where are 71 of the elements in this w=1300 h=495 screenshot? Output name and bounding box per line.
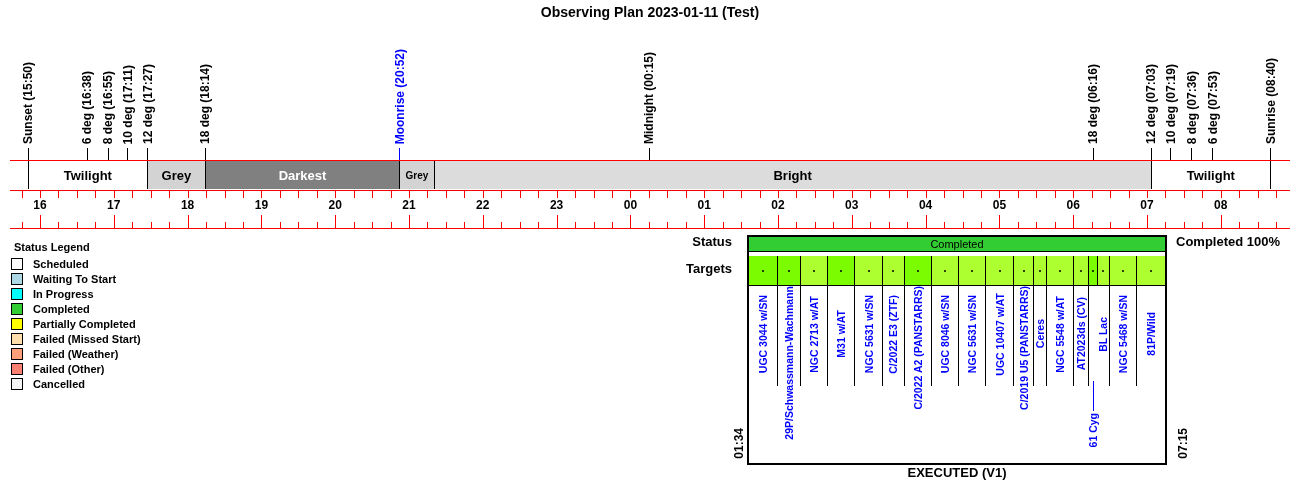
status-bar: Completed xyxy=(749,237,1165,252)
hour-label: 08 xyxy=(1214,198,1228,212)
legend-label: Failed (Other) xyxy=(33,362,105,375)
event-label: 8 deg (07:36) xyxy=(1184,70,1199,144)
target-name: NGC 2713 w/AT xyxy=(808,295,820,375)
hour-label: 19 xyxy=(254,198,269,212)
hour-label: 20 xyxy=(328,198,342,212)
hour-label: 07 xyxy=(1140,198,1154,212)
event-label: Sunrise (08:40) xyxy=(1263,57,1278,144)
hour-label: 04 xyxy=(918,198,933,212)
legend-label: Cancelled xyxy=(33,377,85,390)
legend-label: Scheduled xyxy=(33,257,89,270)
target-name: BL Lac xyxy=(1097,316,1110,354)
legend-title: Status Legend xyxy=(14,240,91,254)
event-label: 6 deg (16:38) xyxy=(80,70,95,144)
target-name: Ceres xyxy=(1033,319,1046,351)
event-label: 10 deg (07:19) xyxy=(1163,63,1178,144)
event-label: 10 deg (17:11) xyxy=(120,64,135,144)
target-name: 29P/Schwassmann-Wachmann xyxy=(782,286,795,442)
hour-label: 17 xyxy=(107,198,121,212)
target-name: NGC 5468 w/SN xyxy=(1117,294,1130,376)
event-label: Sunset (15:50) xyxy=(21,61,36,144)
legend-label: Partially Completed xyxy=(33,317,136,330)
event-label: Midnight (00:15) xyxy=(642,52,657,144)
event-label: 8 deg (16:55) xyxy=(101,70,116,144)
target-name: UGC 3044 w/SN xyxy=(756,294,769,376)
chart-title: Observing Plan 2023-01-11 (Test) xyxy=(540,4,760,20)
sky-band: Bright xyxy=(433,161,1152,189)
hour-label: 18 xyxy=(180,198,195,212)
hour-label: 22 xyxy=(476,198,490,212)
target-name: 61 Cyg xyxy=(1087,413,1100,448)
hour-label: 02 xyxy=(771,198,785,212)
hour-label: 06 xyxy=(1066,198,1080,212)
row-label: Status xyxy=(692,235,732,250)
hour-label: 16 xyxy=(33,198,47,212)
legend-label: Failed (Weather) xyxy=(33,347,119,360)
target-name: C/2019 U5 (PANSTARRS) xyxy=(1017,286,1030,412)
end-time: 07:15 xyxy=(1176,428,1190,459)
sky-band: Darkest xyxy=(204,161,401,189)
hour-label: 03 xyxy=(845,198,859,212)
completion-text: Completed 100% xyxy=(1176,235,1281,250)
target-name: UGC 10407 w/AT xyxy=(993,292,1006,378)
event-label: 18 deg (06:16) xyxy=(1086,63,1101,144)
target-name: NGC 5548 w/AT xyxy=(1053,295,1066,375)
target-name: 81P/Wild xyxy=(1145,312,1158,358)
row-label: Targets xyxy=(686,262,732,277)
legend-label: In Progress xyxy=(33,287,94,300)
target-name: AT2023ds (CV) xyxy=(1074,297,1087,373)
event-label: Moonrise (20:52) xyxy=(392,48,407,144)
target-name: C/2022 E3 (ZTF) xyxy=(887,294,900,376)
hour-label: 00 xyxy=(623,198,638,212)
target-name: C/2022 A2 (PANSTARRS) xyxy=(911,286,924,412)
legend-label: Failed (Missed Start) xyxy=(33,332,141,345)
hour-label: 05 xyxy=(992,198,1007,212)
panel-caption: EXECUTED (V1) xyxy=(906,465,1008,480)
target-name: M31 w/AT xyxy=(835,310,848,360)
legend-label: Waiting To Start xyxy=(33,272,117,285)
target-name: NGC 5631 w/SN xyxy=(862,294,875,376)
hour-label: 23 xyxy=(549,198,564,212)
hour-label: 01 xyxy=(697,198,711,212)
event-label: 12 deg (07:03) xyxy=(1144,63,1159,144)
sky-band: Grey xyxy=(147,161,206,189)
target-name: UGC 8046 w/SN xyxy=(939,294,952,376)
legend-label: Completed xyxy=(33,302,90,315)
event-label: 18 deg (18:14) xyxy=(198,63,213,144)
sky-band: Grey xyxy=(399,161,435,189)
event-label: 6 deg (07:53) xyxy=(1205,70,1220,144)
start-time: 01:34 xyxy=(732,428,746,459)
hour-label: 21 xyxy=(402,198,416,212)
target-name: NGC 5631 w/SN xyxy=(966,294,979,376)
event-label: 12 deg (17:27) xyxy=(140,63,155,144)
